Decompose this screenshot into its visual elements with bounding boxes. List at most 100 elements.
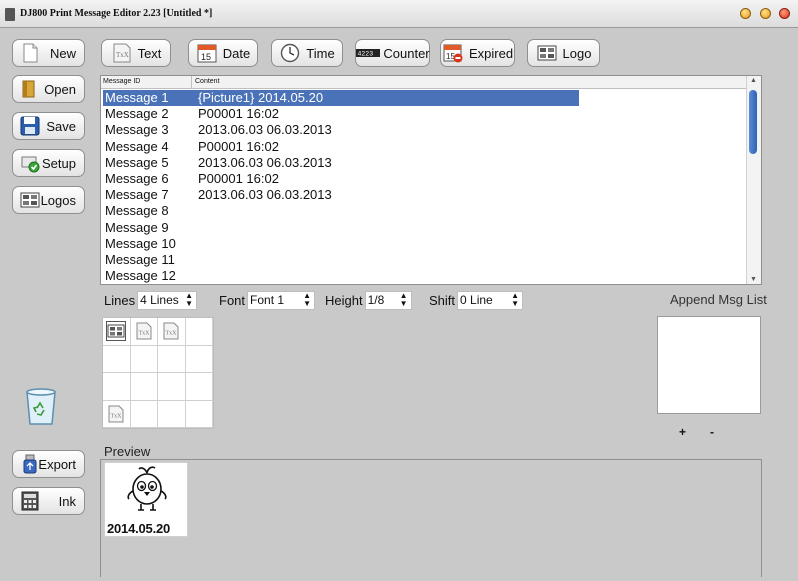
logos-grid-icon bbox=[20, 192, 40, 208]
new-button[interactable]: New bbox=[12, 39, 85, 67]
message-id-cell: Message 8 bbox=[105, 203, 169, 219]
layout-grid-cell[interactable]: TxX bbox=[158, 318, 186, 346]
title-bar: DJ800 Print Message Editor 2.23 [Untitle… bbox=[0, 0, 798, 28]
svg-text:TxX: TxX bbox=[166, 331, 178, 337]
insert-counter-button[interactable]: 4223 Counter bbox=[355, 39, 430, 67]
layout-grid-cell[interactable] bbox=[185, 318, 213, 346]
layout-grid-cell[interactable] bbox=[130, 373, 158, 401]
text-button-label: Text bbox=[137, 45, 162, 61]
height-label: Height bbox=[325, 293, 363, 308]
preview-panel: 2014.05.20 bbox=[100, 459, 762, 577]
message-row[interactable]: Message 8 bbox=[103, 203, 748, 219]
message-id-cell: Message 7 bbox=[105, 187, 169, 203]
insert-logo-button[interactable]: Logo bbox=[527, 39, 600, 67]
save-button[interactable]: Save bbox=[12, 112, 85, 140]
lines-label: Lines bbox=[104, 293, 136, 308]
preview-print-image: 2014.05.20 bbox=[104, 462, 188, 537]
message-row[interactable]: Message 10 bbox=[103, 236, 748, 252]
layout-grid-cell[interactable] bbox=[158, 345, 186, 373]
preview-date-text: 2014.05.20 bbox=[107, 521, 171, 536]
message-row[interactable]: Message 1 {Picture1} 2014.05.20 bbox=[103, 90, 579, 107]
column-header-message-id[interactable]: Message ID bbox=[103, 76, 140, 88]
layout-grid-cell[interactable] bbox=[185, 373, 213, 401]
layout-grid-cell[interactable] bbox=[130, 400, 158, 428]
append-remove-button[interactable]: - bbox=[710, 425, 714, 439]
setup-button[interactable]: Setup bbox=[12, 149, 85, 177]
maximize-button[interactable] bbox=[760, 8, 771, 19]
message-content-cell: {Picture1} 2014.05.20 bbox=[198, 90, 324, 105]
export-usb-icon bbox=[23, 454, 37, 474]
export-button[interactable]: Export bbox=[12, 450, 85, 478]
scroll-down-arrow-icon[interactable]: ▼ bbox=[750, 276, 757, 283]
insert-time-button[interactable]: Time bbox=[271, 39, 343, 67]
message-content-cell: P00001 16:02 bbox=[198, 138, 279, 154]
layout-grid-cell[interactable] bbox=[103, 318, 131, 346]
ink-calculator-icon bbox=[21, 491, 39, 511]
text-icon[interactable]: TxX bbox=[162, 322, 180, 340]
minimize-button[interactable] bbox=[740, 8, 751, 19]
lines-spinner-icon[interactable]: ▲ ▼ bbox=[185, 292, 193, 308]
insert-text-button[interactable]: TxX Text bbox=[101, 39, 171, 67]
recycle-bin-icon[interactable] bbox=[25, 388, 57, 426]
shift-option: Shift 0 Line ▲ ▼ bbox=[429, 291, 524, 310]
layout-grid-cell[interactable] bbox=[185, 400, 213, 428]
scroll-up-arrow-icon[interactable]: ▲ bbox=[750, 77, 757, 84]
message-rows: Message 1 {Picture1} 2014.05.20 Message 2 P… bbox=[103, 90, 748, 284]
font-select[interactable]: Font 1 ▲ ▼ bbox=[247, 291, 316, 310]
message-list[interactable]: Message ID Content Message 1 {Picture1} 2… bbox=[100, 75, 762, 285]
message-id-cell: Message 2 bbox=[105, 106, 169, 122]
height-spinner-icon[interactable]: ▲ ▼ bbox=[400, 292, 408, 308]
height-select[interactable]: 1/8 ▲ ▼ bbox=[364, 291, 412, 310]
scrollbar-thumb[interactable] bbox=[749, 90, 757, 154]
layout-grid-cell[interactable] bbox=[103, 345, 131, 373]
layout-grid-cell[interactable] bbox=[103, 373, 131, 401]
svg-text:15: 15 bbox=[201, 52, 211, 62]
close-button[interactable] bbox=[779, 8, 790, 19]
new-document-icon bbox=[23, 43, 38, 63]
setup-check-icon bbox=[21, 156, 40, 173]
insert-date-button[interactable]: 15 Date bbox=[188, 39, 258, 67]
append-add-button[interactable]: + bbox=[679, 425, 686, 439]
date-button-label: Date bbox=[222, 45, 251, 61]
text-icon: TxX bbox=[113, 43, 131, 63]
message-row[interactable]: Message 6 P00001 16:02 bbox=[103, 171, 748, 187]
logos-button[interactable]: Logos bbox=[12, 186, 85, 214]
lines-select[interactable]: 4 Lines ▲ ▼ bbox=[137, 291, 198, 310]
layout-grid-cell[interactable] bbox=[185, 345, 213, 373]
message-row[interactable]: Message 11 bbox=[103, 252, 748, 268]
layout-grid-cell[interactable] bbox=[158, 373, 186, 401]
message-id-cell: Message 1 bbox=[105, 90, 169, 105]
message-row[interactable]: Message 12 bbox=[103, 268, 748, 284]
layout-grid-cell[interactable] bbox=[158, 400, 186, 428]
preview-label: Preview bbox=[104, 444, 151, 459]
shift-select[interactable]: 0 Line ▲ ▼ bbox=[457, 291, 524, 310]
message-row[interactable]: Message 4 P00001 16:02 bbox=[103, 139, 748, 155]
font-spinner-icon[interactable]: ▲ ▼ bbox=[303, 292, 311, 308]
column-header-content[interactable]: Content bbox=[195, 76, 220, 88]
message-row[interactable]: Message 2 P00001 16:02 bbox=[103, 106, 748, 122]
open-button[interactable]: Open bbox=[12, 75, 85, 103]
message-id-cell: Message 4 bbox=[105, 138, 169, 154]
text-icon[interactable]: TxX bbox=[135, 322, 153, 340]
ink-button[interactable]: Ink bbox=[12, 487, 85, 515]
message-row[interactable]: Message 3 2013.06.03 06.03.2013 bbox=[103, 122, 748, 138]
layout-grid-cell[interactable] bbox=[130, 345, 158, 373]
shift-spinner-icon[interactable]: ▲ ▼ bbox=[511, 292, 519, 308]
append-msg-list[interactable] bbox=[657, 316, 761, 414]
logo-icon bbox=[537, 45, 557, 61]
message-list-header: Message ID Content bbox=[101, 76, 748, 89]
message-row[interactable]: Message 9 bbox=[103, 220, 748, 236]
layout-grid-cell[interactable]: TxX bbox=[103, 400, 131, 428]
shift-label: Shift bbox=[429, 293, 456, 308]
message-layout-grid[interactable]: TxX TxX TxX bbox=[102, 317, 214, 429]
insert-expired-button[interactable]: 15 Expired bbox=[440, 39, 515, 67]
logo-icon[interactable] bbox=[106, 321, 126, 341]
layout-grid-cell[interactable]: TxX bbox=[130, 318, 158, 346]
message-list-scrollbar[interactable]: ▲ ▼ bbox=[746, 76, 761, 284]
message-id-cell: Message 9 bbox=[105, 219, 169, 235]
message-row[interactable]: Message 5 2013.06.03 06.03.2013 bbox=[103, 155, 748, 171]
text-icon[interactable]: TxX bbox=[107, 405, 125, 423]
export-button-label: Export bbox=[38, 456, 76, 472]
message-row[interactable]: Message 7 2013.06.03 06.03.2013 bbox=[103, 187, 748, 203]
svg-text:TxX: TxX bbox=[116, 51, 129, 59]
